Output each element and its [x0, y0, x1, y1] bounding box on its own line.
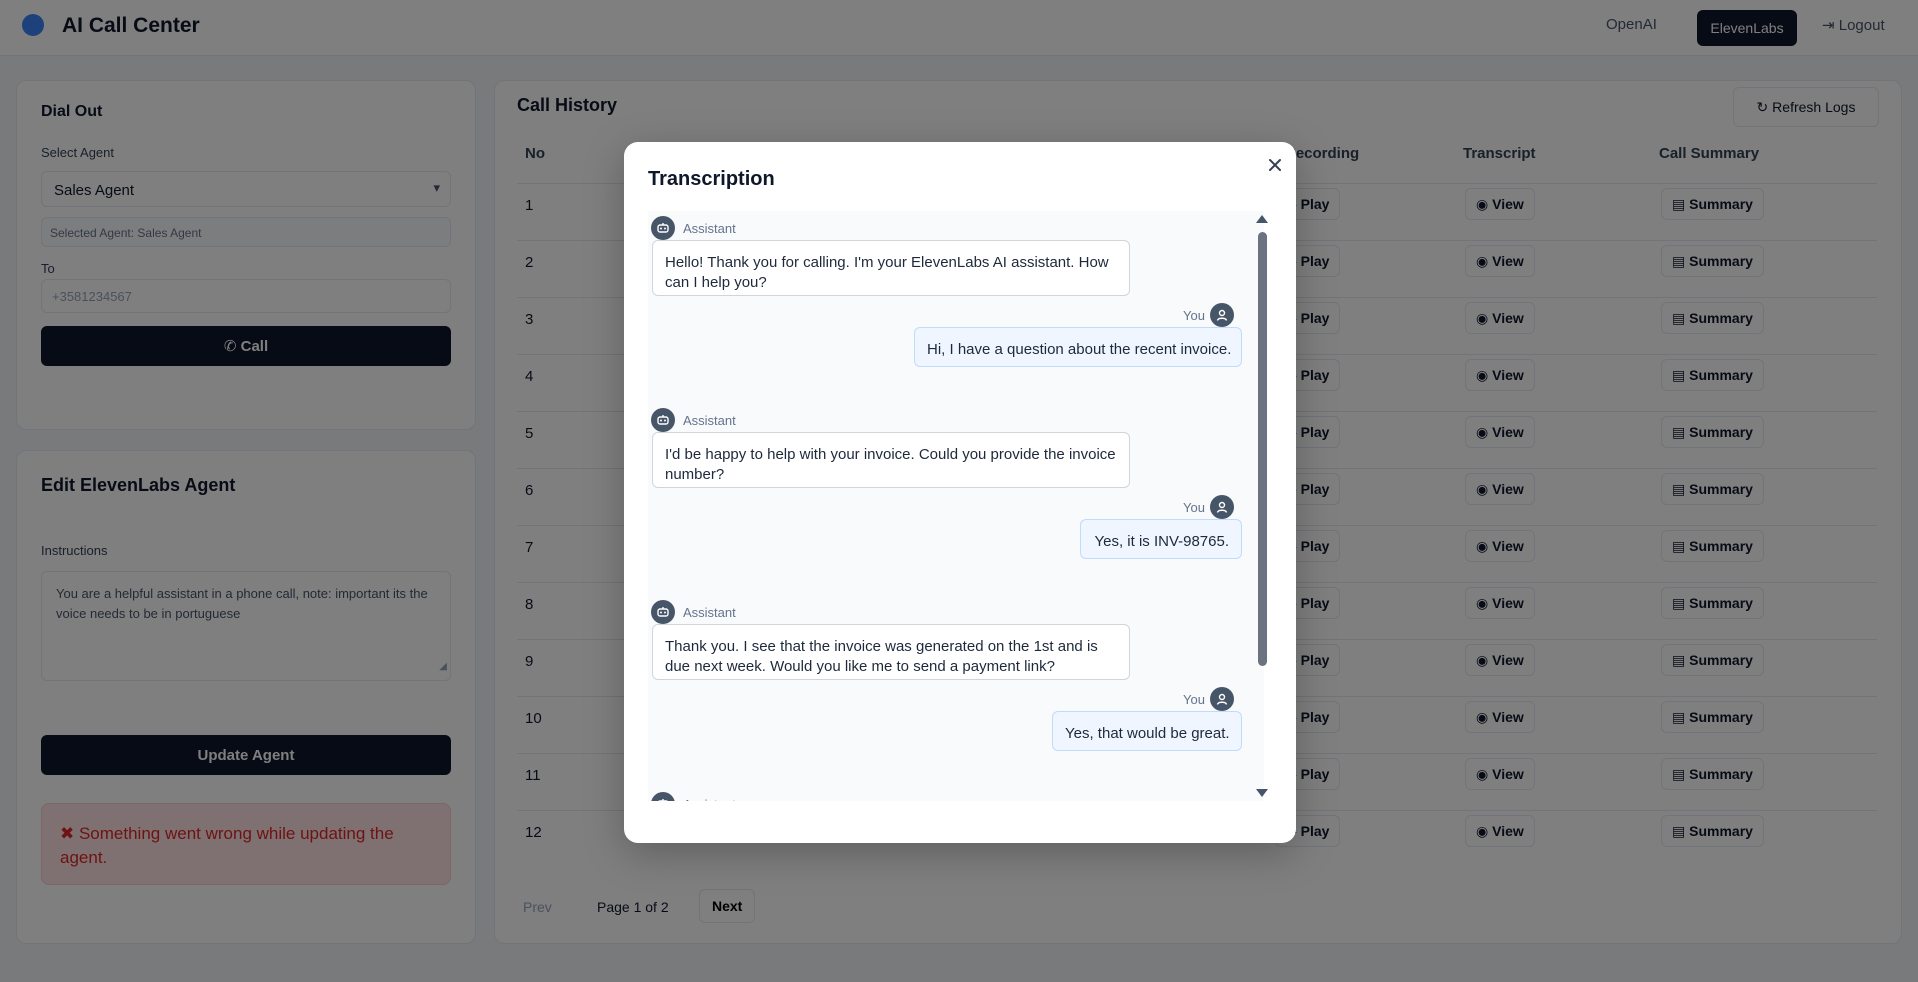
assistant-avatar: [651, 600, 675, 624]
modal-title: Transcription: [648, 168, 775, 190]
transcription-modal: Transcription Assistant Hello! Thank you …: [624, 142, 1296, 843]
assistant-avatar: [651, 216, 675, 240]
user-message: Yes, it is INV-98765.: [1080, 519, 1242, 559]
user-message: Yes, that would be great.: [1052, 711, 1242, 751]
scroll-thumb[interactable]: [1258, 232, 1267, 666]
user-avatar: [1210, 687, 1234, 711]
robot-icon: [657, 223, 669, 233]
user-role-label: You: [1183, 692, 1205, 707]
robot-icon: [658, 799, 668, 801]
user-icon: [1216, 693, 1228, 705]
close-button[interactable]: [1264, 154, 1286, 176]
user-avatar: [1210, 495, 1234, 519]
user-role-label: You: [1183, 500, 1205, 515]
assistant-role-label: Assistant: [683, 605, 736, 620]
user-message: Hi, I have a question about the recent i…: [914, 327, 1242, 367]
assistant-role-label: Assistant: [683, 797, 736, 801]
close-icon: [1269, 159, 1281, 171]
assistant-message: Hello! Thank you for calling. I'm your E…: [652, 240, 1130, 296]
user-role-label: You: [1183, 308, 1205, 323]
assistant-avatar: [651, 792, 675, 801]
robot-icon: [657, 607, 669, 617]
transcript-list[interactable]: Assistant Hello! Thank you for calling. I…: [648, 211, 1264, 801]
assistant-message: I'd be happy to help with your invoice. …: [652, 432, 1130, 488]
assistant-message: Thank you. I see that the invoice was ge…: [652, 624, 1130, 680]
assistant-role-label: Assistant: [683, 413, 736, 428]
user-icon: [1216, 309, 1228, 321]
scroll-up-icon[interactable]: [1256, 215, 1268, 223]
user-avatar: [1210, 303, 1234, 327]
user-icon: [1216, 501, 1228, 513]
robot-icon: [657, 415, 669, 425]
scroll-down-icon[interactable]: [1256, 789, 1268, 797]
assistant-role-label: Assistant: [683, 221, 736, 236]
assistant-avatar: [651, 408, 675, 432]
